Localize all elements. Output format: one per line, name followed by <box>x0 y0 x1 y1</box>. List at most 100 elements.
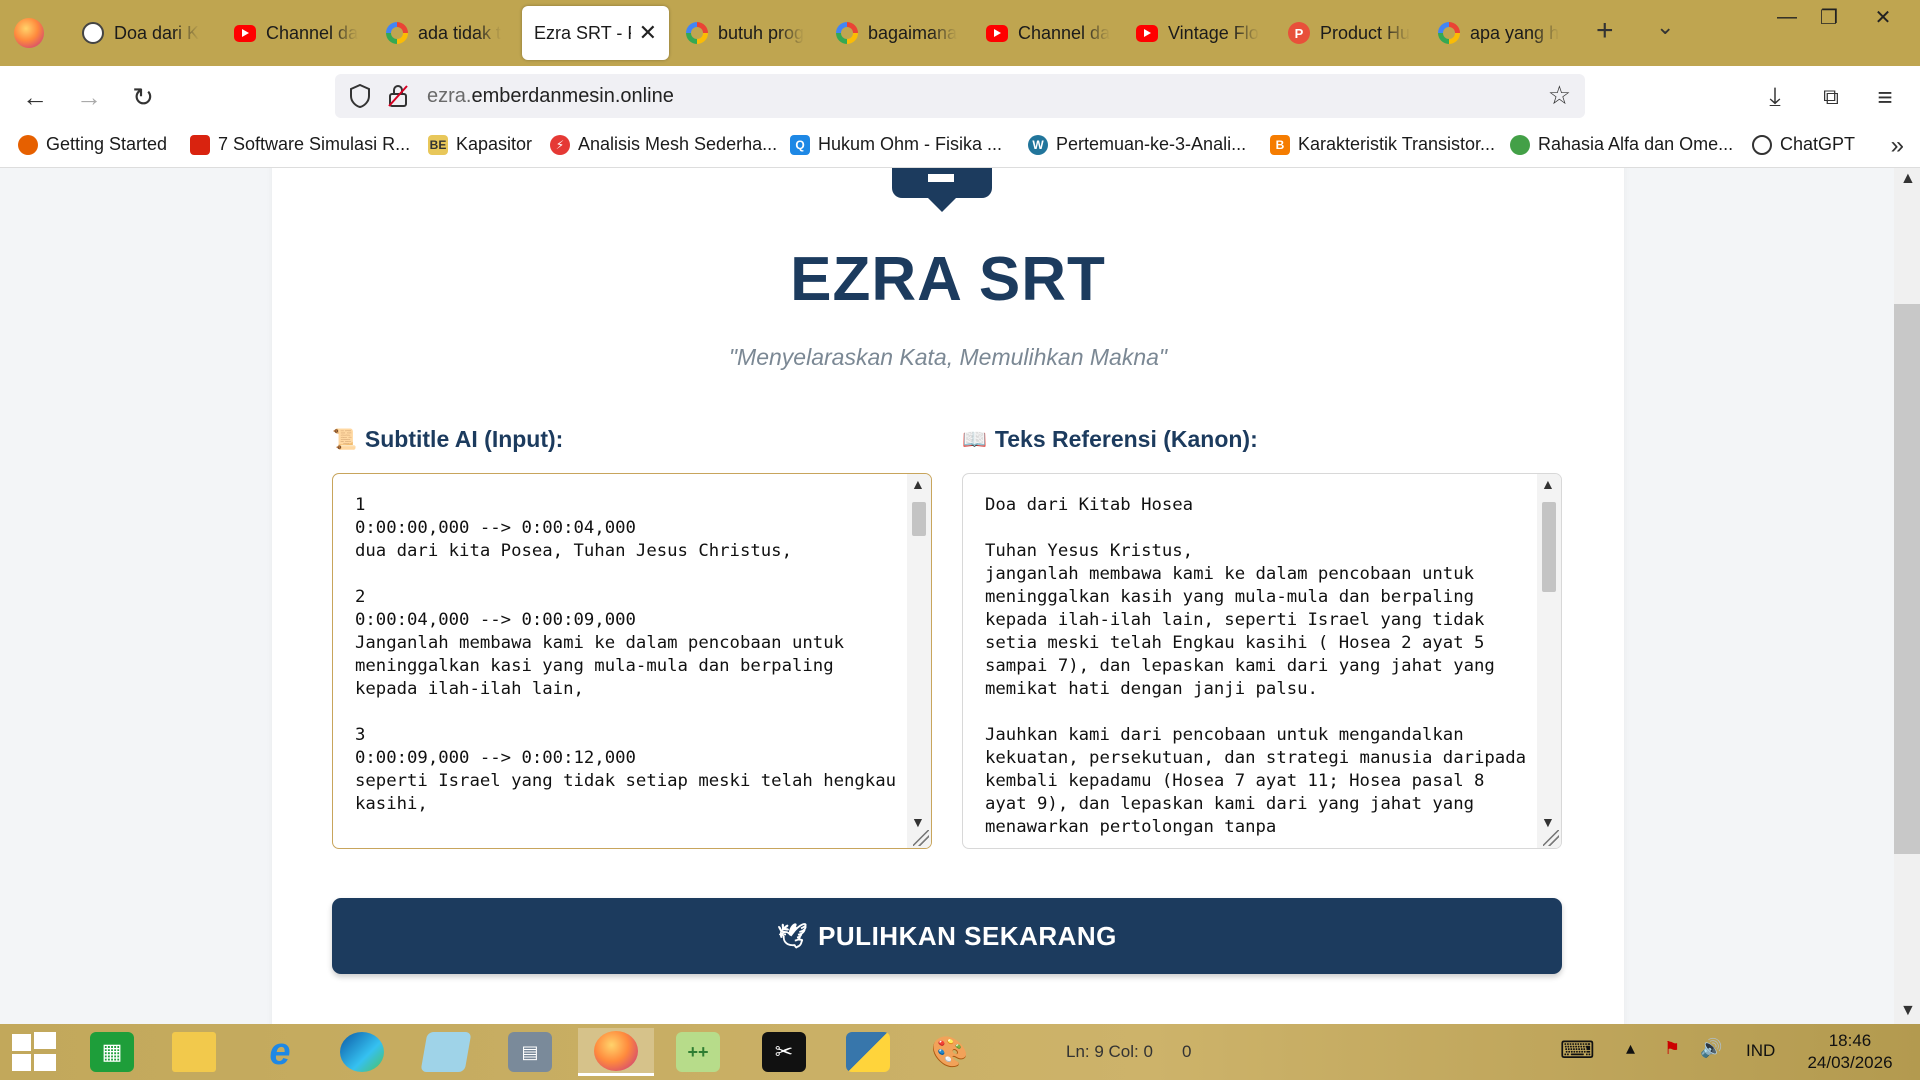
tab-label: Ezra SRT - P <box>534 22 631 43</box>
tab-5[interactable]: butuh prog <box>674 6 824 60</box>
openai-icon <box>82 22 104 44</box>
reference-content[interactable]: Doa dari Kitab Hosea Tuhan Yesus Kristus… <box>985 494 1529 839</box>
bookmark-kapasitor[interactable]: BE Kapasitor <box>428 134 532 155</box>
taskbar-notepadpp[interactable]: ++ <box>660 1028 736 1076</box>
navigation-bar: ← → ↻ ezra.emberdanmesin.online ☆ ⤓ ⧉ ≡ <box>0 66 1920 126</box>
site-icon <box>190 134 210 155</box>
tab-8[interactable]: Vintage Flo <box>1124 6 1274 60</box>
youtube-icon <box>1136 24 1158 42</box>
bookmark-pertemuan[interactable]: W Pertemuan-ke-3-Anali... <box>1028 134 1246 155</box>
minimize-icon[interactable]: — <box>1764 0 1810 34</box>
action-center-flag-icon[interactable]: ⚑ <box>1664 1038 1680 1059</box>
windows-start-icon[interactable] <box>12 1032 56 1072</box>
scroll-up-arrow-icon[interactable]: ▲ <box>911 476 925 492</box>
bookmark-hukum-ohm[interactable]: Q Hukum Ohm - Fisika ... <box>790 134 1002 155</box>
subtitle-input-content[interactable]: 1 0:00:00,000 --> 0:00:04,000 dua dari k… <box>355 494 899 816</box>
scroll-down-arrow-icon[interactable]: ▼ <box>911 814 925 830</box>
scroll-down-arrow-icon[interactable]: ▼ <box>1900 1002 1916 1020</box>
taskbar-file-explorer[interactable] <box>156 1028 232 1076</box>
textarea-scrollbar[interactable]: ▲ ▼ <box>907 474 931 848</box>
firefox-view-icon[interactable] <box>14 18 44 48</box>
button-label: PULIHKAN SEKARANG <box>818 920 1117 951</box>
tab-2[interactable]: Channel da <box>222 6 374 60</box>
bookmark-software-simulasi[interactable]: 7 Software Simulasi R... <box>190 134 410 155</box>
back-arrow-icon[interactable]: ← <box>18 80 52 114</box>
blogger-icon: B <box>1270 134 1290 155</box>
hamburger-menu-icon[interactable]: ≡ <box>1868 80 1902 114</box>
tab-9[interactable]: P Product Hu <box>1276 6 1426 60</box>
restore-icon[interactable]: ❐ <box>1806 0 1852 34</box>
tagline: "Menyelaraskan Kata, Memulihkan Makna" <box>728 344 1168 370</box>
tab-7[interactable]: Channel da <box>974 6 1124 60</box>
notepad-plus-plus-icon: ++ <box>676 1032 720 1072</box>
resize-grip-icon[interactable] <box>913 830 929 846</box>
bookmark-rahasia-alfa[interactable]: Rahasia Alfa dan Ome... <box>1510 134 1733 155</box>
scrollbar-thumb[interactable] <box>1542 502 1556 592</box>
bookmark-label: Analisis Mesh Sederha... <box>578 134 778 154</box>
taskbar-python[interactable] <box>830 1028 906 1076</box>
more-bookmarks-chevron-icon[interactable]: » <box>1891 132 1904 160</box>
taskbar-calculator[interactable]: ▤ <box>492 1028 568 1076</box>
openai-icon <box>1752 134 1772 155</box>
clock-date: 24/03/2026 <box>1807 1053 1893 1072</box>
tab-3[interactable]: ada tidak t <box>374 6 522 60</box>
taskbar-edge[interactable] <box>324 1028 400 1076</box>
folder-icon <box>172 1032 216 1072</box>
bookmark-label: Getting Started <box>46 134 168 154</box>
bookmark-karakteristik-transistor[interactable]: B Karakteristik Transistor... <box>1270 134 1495 155</box>
close-window-icon[interactable]: ✕ <box>1860 0 1906 34</box>
new-tab-plus-icon[interactable]: + <box>1596 14 1614 48</box>
status-line-col: Ln: 9 Col: 0 <box>1066 1042 1153 1061</box>
dove-icon: 🕊 <box>777 922 809 950</box>
bookmark-chatgpt[interactable]: ChatGPT <box>1752 134 1855 155</box>
taskbar-paint[interactable]: 🎨 <box>912 1028 988 1076</box>
python-icon <box>846 1032 890 1072</box>
url-text[interactable]: ezra.emberdanmesin.online <box>427 85 674 108</box>
show-hidden-icons-chevron-icon[interactable]: ▴ <box>1626 1038 1635 1059</box>
taskbar-firefox[interactable] <box>578 1028 654 1076</box>
page-scrollbar[interactable]: ▲ ▼ <box>1894 168 1920 1024</box>
tab-active-ezra[interactable]: Ezra SRT - P ✕ <box>522 6 669 60</box>
touch-keyboard-icon[interactable]: ⌨ <box>1560 1036 1595 1065</box>
taskbar-store-app[interactable]: ▦ <box>74 1028 150 1076</box>
taskbar-notepad[interactable] <box>408 1028 484 1076</box>
scroll-up-arrow-icon[interactable]: ▲ <box>1541 476 1555 492</box>
producthunt-icon: P <box>1288 22 1310 44</box>
tab-1[interactable]: Doa dari K <box>70 6 222 60</box>
taskbar-capcut[interactable]: ✂ <box>746 1028 822 1076</box>
scroll-down-arrow-icon[interactable]: ▼ <box>1541 814 1555 830</box>
input-language-indicator[interactable]: IND <box>1746 1041 1775 1061</box>
download-icon[interactable]: ⤓ <box>1758 80 1792 114</box>
tab-6[interactable]: bagaimana <box>824 6 974 60</box>
resize-grip-icon[interactable] <box>1543 830 1559 846</box>
reference-textarea[interactable]: Doa dari Kitab Hosea Tuhan Yesus Kristus… <box>962 473 1562 849</box>
lock-insecure-icon[interactable] <box>387 84 409 108</box>
url-subdomain: ezra. <box>427 85 472 107</box>
taskbar-internet-explorer[interactable]: e <box>242 1028 318 1076</box>
shield-icon[interactable] <box>349 84 371 108</box>
close-icon[interactable]: ✕ <box>639 20 657 46</box>
tab-10[interactable]: apa yang h <box>1426 6 1576 60</box>
scrollbar-thumb[interactable] <box>912 502 926 536</box>
chevron-down-icon[interactable]: ⌄ <box>1656 14 1674 40</box>
bookmark-star-icon[interactable]: ☆ <box>1548 80 1571 111</box>
bookmark-getting-started[interactable]: Getting Started <box>18 134 167 155</box>
scroll-up-arrow-icon[interactable]: ▲ <box>1900 170 1916 188</box>
youtube-icon <box>986 24 1008 42</box>
page-scrollbar-thumb[interactable] <box>1894 304 1920 854</box>
forward-arrow-icon[interactable]: → <box>72 80 106 114</box>
address-bar[interactable]: ezra.emberdanmesin.online ☆ <box>335 74 1585 118</box>
reload-icon[interactable]: ↻ <box>126 80 160 114</box>
textarea-scrollbar[interactable]: ▲ ▼ <box>1537 474 1561 848</box>
tab-strip: Doa dari K Channel da ada tidak t Ezra S… <box>0 0 1920 66</box>
extensions-puzzle-icon[interactable]: ⧉ <box>1814 80 1848 114</box>
volume-icon[interactable]: 🔊 <box>1700 1038 1722 1059</box>
system-clock[interactable]: 18:46 24/03/2026 <box>1790 1030 1910 1074</box>
pulihkan-sekarang-button[interactable]: 🕊 PULIHKAN SEKARANG <box>332 898 1562 974</box>
internet-explorer-icon: e <box>269 1030 291 1073</box>
subtitle-input-textarea[interactable]: 1 0:00:00,000 --> 0:00:04,000 dua dari k… <box>332 473 932 849</box>
bookmark-label: Karakteristik Transistor... <box>1298 134 1496 154</box>
tab-label: butuh prog <box>718 22 805 43</box>
bookmark-analisis-mesh[interactable]: ⚡ Analisis Mesh Sederha... <box>550 134 777 155</box>
windows-taskbar: ▦ e ▤ ++ ✂ 🎨 Ln: 9 Col: 0 0 ⌨ ▴ ⚑ 🔊 IND … <box>0 1024 1920 1080</box>
